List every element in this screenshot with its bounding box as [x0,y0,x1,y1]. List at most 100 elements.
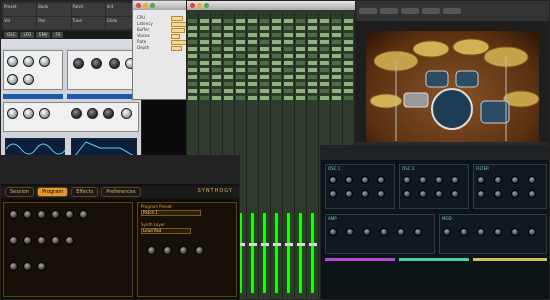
insert-slot[interactable] [332,26,341,30]
insert-slot[interactable] [200,75,209,79]
insert-slot[interactable] [272,33,281,37]
insert-slot[interactable] [296,47,305,51]
insert-slot[interactable] [284,96,293,100]
insert-slot[interactable] [320,96,329,100]
insert-slot[interactable] [296,19,305,23]
header-field[interactable]: Vol [3,16,37,29]
knob-icon[interactable] [147,246,156,255]
insert-slot[interactable] [236,89,245,93]
insert-slot[interactable] [224,82,233,86]
insert-slot[interactable] [296,68,305,72]
insert-slot[interactable] [260,75,269,79]
insert-slot[interactable] [260,26,269,30]
insert-slot[interactable] [296,26,305,30]
knob-icon[interactable] [65,236,74,245]
knob-icon[interactable] [511,176,519,184]
insert-slot[interactable] [296,61,305,65]
insert-slot[interactable] [224,19,233,23]
insert-slot[interactable] [272,26,281,30]
header-field[interactable]: Tune [71,16,105,29]
insert-slot[interactable] [296,33,305,37]
knob-icon[interactable] [23,236,32,245]
knob-icon[interactable] [477,190,485,198]
insert-slot[interactable] [296,82,305,86]
knob-icon[interactable] [51,236,60,245]
insert-slot[interactable] [332,75,341,79]
tab-osc[interactable]: OSC [4,32,19,38]
insert-slot[interactable] [332,54,341,58]
insert-slot[interactable] [188,96,197,100]
insert-slot[interactable] [344,54,353,58]
knob-icon[interactable] [23,108,34,119]
knob-icon[interactable] [329,190,337,198]
insert-slot[interactable] [188,75,197,79]
knob-icon[interactable] [377,190,385,198]
knob-icon[interactable] [477,228,485,236]
channel-fader[interactable] [297,243,305,246]
header-field[interactable]: Patch [71,3,105,16]
knob-icon[interactable] [419,176,427,184]
insert-slot[interactable] [248,40,257,44]
insert-slot[interactable] [236,47,245,51]
insert-slot[interactable] [260,82,269,86]
knob-icon[interactable] [414,228,422,236]
insert-slot[interactable] [200,96,209,100]
insert-slot[interactable] [224,89,233,93]
insert-slot[interactable] [320,54,329,58]
insert-slot[interactable] [224,26,233,30]
insert-slot[interactable] [224,68,233,72]
knob-icon[interactable] [361,190,369,198]
insert-slot[interactable] [224,33,233,37]
value-slider[interactable] [171,34,180,39]
insert-slot[interactable] [224,96,233,100]
knob-icon[interactable] [451,190,459,198]
knob-icon[interactable] [163,246,172,255]
insert-slot[interactable] [188,68,197,72]
insert-slot[interactable] [296,89,305,93]
insert-slot[interactable] [344,40,353,44]
insert-slot[interactable] [320,82,329,86]
toolbar-button[interactable] [359,8,377,14]
insert-slot[interactable] [344,82,353,86]
toolbar-button[interactable] [401,8,419,14]
insert-slot[interactable] [224,47,233,51]
channel-fader[interactable] [261,243,269,246]
channel-fader[interactable] [309,243,317,246]
insert-slot[interactable] [272,75,281,79]
insert-slot[interactable] [248,33,257,37]
insert-slot[interactable] [296,54,305,58]
insert-slot[interactable] [320,19,329,23]
insert-slot[interactable] [248,96,257,100]
insert-slot[interactable] [212,75,221,79]
insert-slot[interactable] [332,82,341,86]
insert-slot[interactable] [200,68,209,72]
knob-icon[interactable] [39,108,50,119]
insert-slot[interactable] [284,19,293,23]
insert-slot[interactable] [284,54,293,58]
tab-preferences[interactable]: Preferences [101,187,141,197]
insert-slot[interactable] [224,75,233,79]
toolbar-button[interactable] [422,8,440,14]
insert-slot[interactable] [188,61,197,65]
insert-slot[interactable] [272,89,281,93]
knob-icon[interactable] [511,228,519,236]
insert-slot[interactable] [236,61,245,65]
zoom-icon[interactable] [204,3,209,8]
insert-slot[interactable] [272,47,281,51]
insert-slot[interactable] [236,33,245,37]
insert-slot[interactable] [272,19,281,23]
insert-slot[interactable] [296,40,305,44]
insert-slot[interactable] [224,61,233,65]
insert-slot[interactable] [200,26,209,30]
insert-slot[interactable] [224,54,233,58]
header-field[interactable]: Preset [3,3,37,16]
insert-slot[interactable] [320,75,329,79]
knob-icon[interactable] [528,190,536,198]
channel-fader[interactable] [273,243,281,246]
drum-kit-icon[interactable] [366,31,541,144]
insert-slot[interactable] [260,19,269,23]
insert-slot[interactable] [344,68,353,72]
insert-slot[interactable] [260,40,269,44]
knob-icon[interactable] [79,210,88,219]
insert-slot[interactable] [212,89,221,93]
